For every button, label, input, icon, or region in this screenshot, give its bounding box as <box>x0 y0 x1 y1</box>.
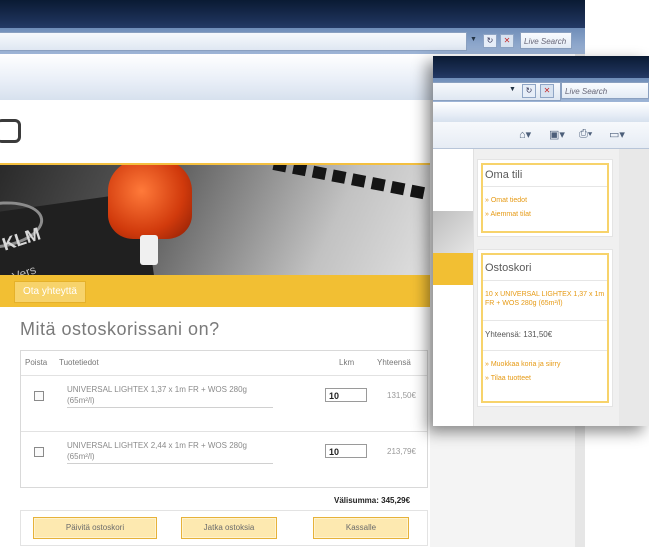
feeds-icon[interactable]: ▣▾ <box>549 128 565 141</box>
window-title-bar <box>0 0 585 28</box>
shop-page: KLM en Vers Ota yhteyttä Mitä ostoskoris… <box>0 100 430 547</box>
checkout-button[interactable]: Kassalle <box>313 517 409 539</box>
page-viewport: Oma tili » Omat tiedot » Aiemmat tilat O… <box>433 149 649 426</box>
order-link[interactable]: » Tilaa tuotteet <box>485 374 531 383</box>
live-search-input[interactable]: Live Search <box>561 82 649 99</box>
print-icon[interactable]: ⎙▾ <box>579 128 592 141</box>
metal-rail-graphic <box>268 165 430 225</box>
stop-icon[interactable]: ✕ <box>540 84 554 98</box>
address-bar-area: ▼ ↻ ✕ Live Search <box>0 28 585 54</box>
cart-actions: Päivitä ostoskori Jatka ostoksia Kassall… <box>20 510 428 546</box>
stop-icon[interactable]: ✕ <box>500 34 514 48</box>
header-banner-image: KLM en Vers <box>0 163 430 277</box>
row-price: 131,50€ <box>387 391 416 400</box>
page-title: Mitä ostoskorissani on? <box>20 319 220 339</box>
remove-checkbox[interactable] <box>34 391 44 401</box>
home-icon[interactable]: ⌂▾ <box>519 128 531 141</box>
contact-link[interactable]: Ota yhteyttä <box>14 281 86 303</box>
account-link[interactable]: » Aiemmat tilat <box>485 210 531 219</box>
edit-cart-link[interactable]: » Muokkaa koria ja siirry <box>485 360 560 369</box>
account-box: Oma tili » Omat tiedot » Aiemmat tilat <box>477 159 613 237</box>
red-clamp-graphic <box>108 165 192 239</box>
quantity-input[interactable]: 10 <box>325 444 367 458</box>
refresh-icon[interactable]: ↻ <box>522 84 536 98</box>
row-price: 213,79€ <box>387 447 416 456</box>
cart-total: Yhteensä: 131,50€ <box>485 330 553 339</box>
page-left-strip <box>433 149 474 426</box>
col-header-total: Yhteensä <box>377 358 411 367</box>
cart-item-link[interactable]: 10 x UNIVERSAL LIGHTEX 1,37 x 1m FR + WO… <box>485 290 605 308</box>
update-cart-button[interactable]: Päivitä ostoskori <box>33 517 157 539</box>
account-link[interactable]: » Omat tiedot <box>485 196 527 205</box>
live-search-input[interactable]: Live Search <box>520 32 572 49</box>
table-row: UNIVERSAL LIGHTEX 2,44 x 1m FR + WOS 280… <box>21 431 427 474</box>
col-header-product: Tuotetiedot <box>59 358 99 367</box>
subtotal-text: Välisumma: 345,29€ <box>334 496 411 505</box>
favorites-toolbar <box>433 102 649 122</box>
continue-shopping-button[interactable]: Jatka ostoksia <box>181 517 277 539</box>
nav-bar: Ota yhteyttä <box>0 275 430 307</box>
refresh-icon[interactable]: ↻ <box>483 34 497 48</box>
command-bar: ⌂▾ ▣▾ ⎙▾ ▭▾ <box>433 122 649 149</box>
site-logo-icon[interactable] <box>0 119 21 143</box>
address-dropdown-icon[interactable]: ▼ <box>470 36 477 43</box>
remove-checkbox[interactable] <box>34 447 44 457</box>
product-name: UNIVERSAL LIGHTEX 1,37 x 1m FR + WOS 280… <box>67 384 273 408</box>
address-dropdown-icon[interactable]: ▼ <box>509 86 516 93</box>
account-title: Oma tili <box>485 169 523 181</box>
product-name: UNIVERSAL LIGHTEX 2,44 x 1m FR + WOS 280… <box>67 440 273 464</box>
scrollbar[interactable] <box>619 149 649 426</box>
quantity-input[interactable]: 10 <box>325 388 367 402</box>
table-row: UNIVERSAL LIGHTEX 1,37 x 1m FR + WOS 280… <box>21 375 427 418</box>
page-icon[interactable]: ▭▾ <box>609 128 625 141</box>
front-browser-window: ▼ ↻ ✕ Live Search ⌂▾ ▣▾ ⎙▾ ▭▾ Oma tili »… <box>433 56 649 426</box>
cart-table: Poista Tuotetiedot Lkm Yhteensä UNIVERSA… <box>20 350 428 488</box>
window-title-bar <box>433 56 649 78</box>
address-bar-area: ▼ ↻ ✕ Live Search <box>433 78 649 102</box>
cart-title: Ostoskori <box>485 262 532 274</box>
address-field[interactable] <box>0 32 467 51</box>
col-header-remove: Poista <box>25 358 48 367</box>
col-header-qty: Lkm <box>339 358 355 367</box>
cart-box: Ostoskori 10 x UNIVERSAL LIGHTEX 1,37 x … <box>477 249 613 407</box>
